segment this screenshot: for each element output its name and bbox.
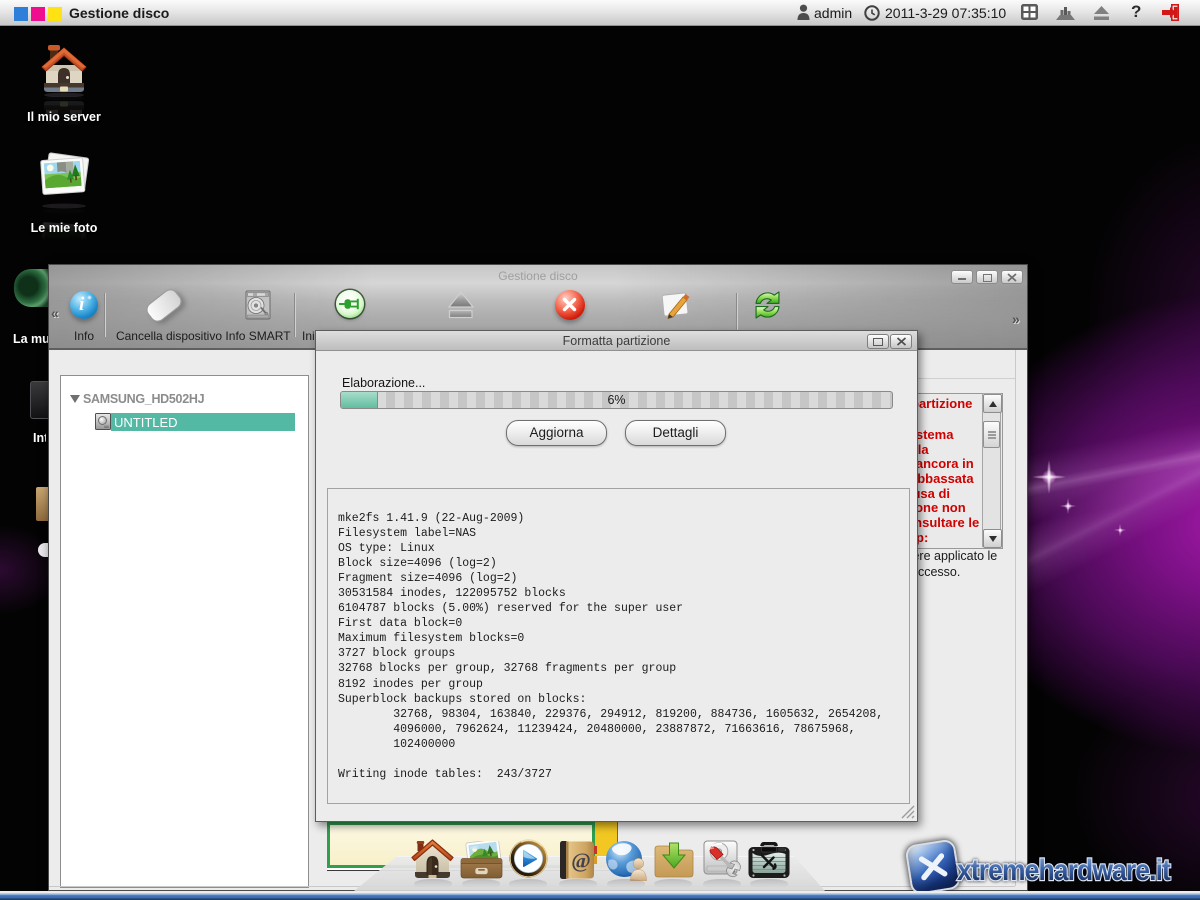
svg-text:@: @: [571, 849, 591, 873]
svg-text:xtremehardware.it: xtremehardware.it: [957, 854, 1171, 887]
